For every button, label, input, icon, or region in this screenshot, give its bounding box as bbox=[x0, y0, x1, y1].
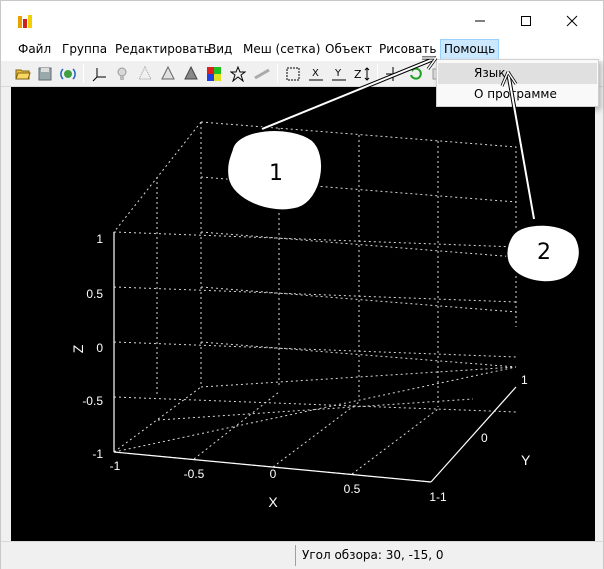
svg-text:X: X bbox=[312, 68, 319, 79]
x-axis-view-icon[interactable]: X bbox=[305, 63, 327, 85]
z-tick-label: 0.5 bbox=[86, 287, 103, 301]
status-bar: Угол обзора: 30, -15, 0 bbox=[1, 541, 603, 569]
menu-view[interactable]: Вид bbox=[208, 42, 232, 56]
axis-labels: X Y Z bbox=[70, 344, 531, 510]
rotate-icon[interactable] bbox=[405, 63, 427, 85]
star-icon[interactable] bbox=[227, 63, 249, 85]
cone-icon[interactable] bbox=[157, 63, 179, 85]
z-tick-label: 0 bbox=[96, 341, 103, 355]
svg-text:Z: Z bbox=[354, 68, 362, 81]
z-tick-label: -0.5 bbox=[82, 394, 103, 408]
x-tick-label: 0.5 bbox=[344, 482, 361, 496]
x-tick-label: 1-1 bbox=[429, 490, 447, 504]
pan-icon[interactable] bbox=[382, 63, 404, 85]
help-dropdown-menu: Язык О программе bbox=[436, 59, 599, 107]
tick-labels: 1 0.5 0 -0.5 -1 -1 -0.5 0 0.5 1-1 0 1 bbox=[82, 232, 528, 504]
colormap-icon[interactable] bbox=[203, 63, 225, 85]
maximize-button[interactable] bbox=[503, 1, 549, 41]
plot-canvas[interactable]: 1 0.5 0 -0.5 -1 -1 -0.5 0 0.5 1-1 0 1 X … bbox=[11, 87, 595, 541]
toolbar-separator bbox=[83, 64, 84, 83]
x-tick-label: -1 bbox=[110, 459, 121, 473]
close-button[interactable] bbox=[549, 1, 595, 41]
y-axis-label: Y bbox=[521, 452, 531, 468]
z-axis-label: Z bbox=[70, 344, 86, 353]
y-tick-label: 1 bbox=[521, 373, 528, 387]
axes-icon[interactable] bbox=[89, 63, 111, 85]
menu-group[interactable]: Группа bbox=[62, 42, 107, 56]
axis-lines bbox=[113, 232, 517, 483]
cone-solid-icon[interactable] bbox=[180, 63, 202, 85]
open-folder-icon[interactable] bbox=[12, 63, 34, 85]
x-tick-label: 0 bbox=[270, 467, 277, 481]
menu-item-language[interactable]: Язык bbox=[438, 63, 597, 84]
z-axis-view-icon[interactable]: Z bbox=[351, 63, 373, 85]
view-angle-status: Угол обзора: 30, -15, 0 bbox=[295, 545, 595, 566]
save-icon[interactable] bbox=[34, 63, 56, 85]
x-tick-label: -0.5 bbox=[184, 467, 205, 481]
menu-mesh[interactable]: Меш (сетка) bbox=[243, 42, 320, 56]
z-tick-label: -1 bbox=[92, 447, 103, 461]
menu-draw[interactable]: Рисовать bbox=[379, 42, 436, 56]
ruler-icon[interactable] bbox=[251, 63, 273, 85]
app-logo-icon bbox=[17, 14, 33, 30]
toolbar-separator bbox=[377, 64, 378, 83]
satellite-icon[interactable] bbox=[57, 63, 79, 85]
menu-edit[interactable]: Редактировать bbox=[115, 42, 211, 56]
menu-object[interactable]: Объект bbox=[325, 42, 372, 56]
3d-plot: 1 0.5 0 -0.5 -1 -1 -0.5 0 0.5 1-1 0 1 X … bbox=[70, 121, 531, 510]
title-bar bbox=[1, 1, 603, 41]
toolbar-separator bbox=[277, 64, 278, 83]
box-view-icon[interactable] bbox=[282, 63, 304, 85]
menu-item-about[interactable]: О программе bbox=[438, 84, 597, 105]
y-tick-label: 0 bbox=[481, 431, 488, 445]
svg-text:Y: Y bbox=[334, 68, 342, 79]
grid-lines bbox=[113, 121, 517, 483]
menu-bar: Файл Группа Редактировать Вид Меш (сетка… bbox=[1, 39, 603, 61]
z-tick-label: 1 bbox=[96, 232, 103, 246]
x-axis-label: X bbox=[268, 494, 278, 510]
menu-help[interactable]: Помощь bbox=[440, 39, 500, 60]
light-icon[interactable] bbox=[111, 63, 133, 85]
cone-wire-icon[interactable] bbox=[134, 63, 156, 85]
menu-file[interactable]: Файл bbox=[18, 42, 51, 56]
y-axis-view-icon[interactable]: Y bbox=[328, 63, 350, 85]
minimize-button[interactable] bbox=[457, 1, 503, 41]
